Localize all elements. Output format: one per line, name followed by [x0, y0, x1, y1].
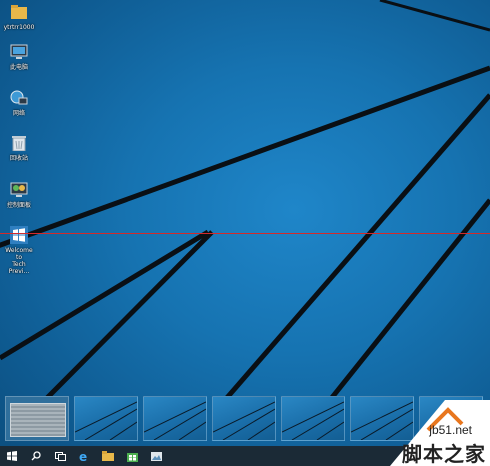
photos-icon — [150, 451, 162, 461]
start-button[interactable] — [0, 446, 24, 466]
svg-text:e: e — [79, 450, 87, 462]
ie-icon: e — [79, 450, 87, 462]
store-button[interactable] — [120, 446, 144, 466]
photos-button[interactable] — [144, 446, 168, 466]
network-icon — [9, 88, 29, 108]
desktop-icon-control-panel[interactable]: 控制面板 — [2, 180, 36, 209]
internet-explorer-button[interactable]: e — [72, 446, 96, 466]
guide-line — [0, 233, 490, 234]
start-icon — [7, 451, 17, 461]
watermark-name: 脚本之家 — [402, 442, 486, 466]
computer-icon — [9, 42, 29, 62]
store-icon — [126, 452, 138, 462]
desktop-icon-recycle-bin[interactable]: 回收站 — [2, 133, 36, 162]
window-thumbnail[interactable] — [5, 396, 69, 441]
desktop-thumbnail[interactable] — [143, 396, 207, 441]
desktop-icon-label: ytrtrr1000 — [3, 24, 35, 31]
desktop-icon-folder[interactable]: ytrtrr1000 — [2, 2, 36, 31]
search-button[interactable] — [24, 446, 48, 466]
control-panel-icon — [9, 180, 29, 200]
desktop-icon-label: 控制面板 — [6, 202, 31, 209]
search-icon — [31, 451, 41, 461]
task-view-icon — [54, 451, 66, 461]
file-explorer-icon — [102, 451, 114, 461]
desktop-icon-label: 网络 — [12, 110, 25, 117]
task-view-button[interactable] — [48, 446, 72, 466]
desktop-thumbnail[interactable] — [74, 396, 138, 441]
desktop-thumbnail[interactable] — [212, 396, 276, 441]
windows-logo-icon — [9, 225, 29, 245]
desktop-icon-label: 回收站 — [9, 155, 28, 162]
desktop: ytrtrr1000 此电脑 网络 回收站 控制面板 Welcome to Te… — [0, 0, 490, 466]
folder-icon — [9, 2, 29, 22]
watermark-site: jb51.net — [429, 423, 472, 437]
desktop-icon-this-pc[interactable]: 此电脑 — [2, 42, 36, 71]
recycle-bin-icon — [9, 133, 29, 153]
desktop-thumbnail[interactable] — [281, 396, 345, 441]
desktop-icon-network[interactable]: 网络 — [2, 88, 36, 117]
desktop-icon-label: 此电脑 — [9, 64, 28, 71]
file-explorer-button[interactable] — [96, 446, 120, 466]
desktop-icon-label: Welcome to Tech Previ... — [5, 247, 33, 275]
watermark: jb51.net 脚本之家 — [390, 400, 490, 466]
